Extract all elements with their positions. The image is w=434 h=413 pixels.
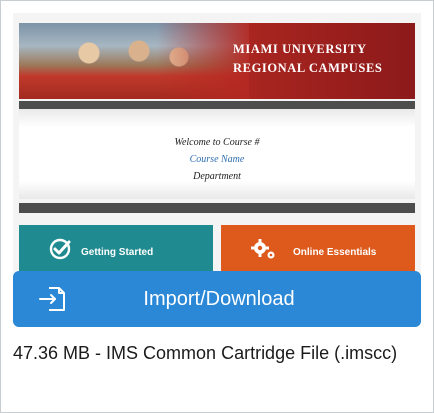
gears-icon xyxy=(251,237,277,264)
import-download-label: Import/Download xyxy=(143,288,295,310)
welcome-panel: Welcome to Course # Course Name Departme… xyxy=(19,109,415,199)
divider-bar-bottom xyxy=(19,203,415,213)
banner-line-2: REGIONAL CAMPUSES xyxy=(233,61,383,75)
tile-online-essentials: Online Essentials xyxy=(221,225,415,273)
banner-title: MIAMI UNIVERSITY REGIONAL CAMPUSES xyxy=(233,40,403,78)
tile-online-essentials-label: Online Essentials xyxy=(293,247,377,258)
banner-line-1: MIAMI UNIVERSITY xyxy=(233,42,367,56)
course-name-text: Course Name xyxy=(189,154,245,165)
tile-getting-started: Getting Started xyxy=(19,225,213,273)
course-preview-image: MIAMI UNIVERSITY REGIONAL CAMPUSES Welco… xyxy=(13,13,421,273)
department-text: Department xyxy=(193,171,241,182)
check-circle-icon xyxy=(49,237,73,264)
file-info-text: 47.36 MB - IMS Common Cartridge File (.i… xyxy=(13,343,398,363)
resource-card: MIAMI UNIVERSITY REGIONAL CAMPUSES Welco… xyxy=(0,0,434,413)
welcome-text: Welcome to Course # xyxy=(174,137,260,148)
graduates-photo xyxy=(19,23,249,99)
tile-getting-started-label: Getting Started xyxy=(81,247,154,258)
import-download-button[interactable]: Import/Download xyxy=(13,271,421,327)
university-banner: MIAMI UNIVERSITY REGIONAL CAMPUSES xyxy=(19,23,415,99)
